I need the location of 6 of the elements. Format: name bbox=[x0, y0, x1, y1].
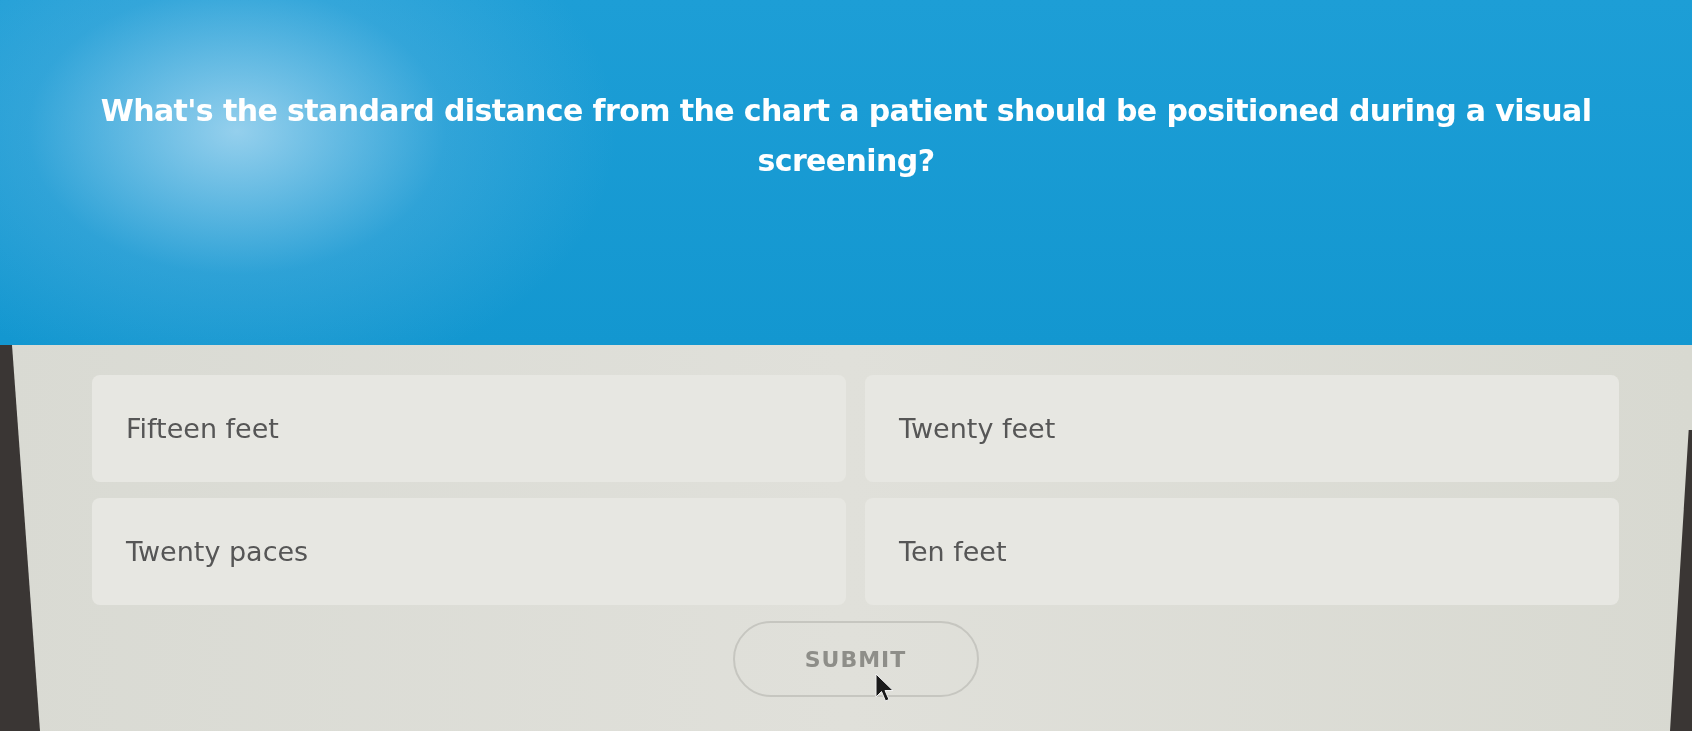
question-text: What's the standard distance from the chart a patient should be positioned during a visual screening? bbox=[99, 92, 1593, 180]
answer-option[interactable]: Twenty paces bbox=[92, 498, 846, 605]
answer-option[interactable]: Fifteen feet bbox=[92, 375, 846, 482]
answer-option[interactable]: Twenty feet bbox=[865, 375, 1619, 482]
cursor-icon bbox=[875, 673, 895, 703]
answer-option[interactable]: Ten feet bbox=[865, 498, 1619, 605]
